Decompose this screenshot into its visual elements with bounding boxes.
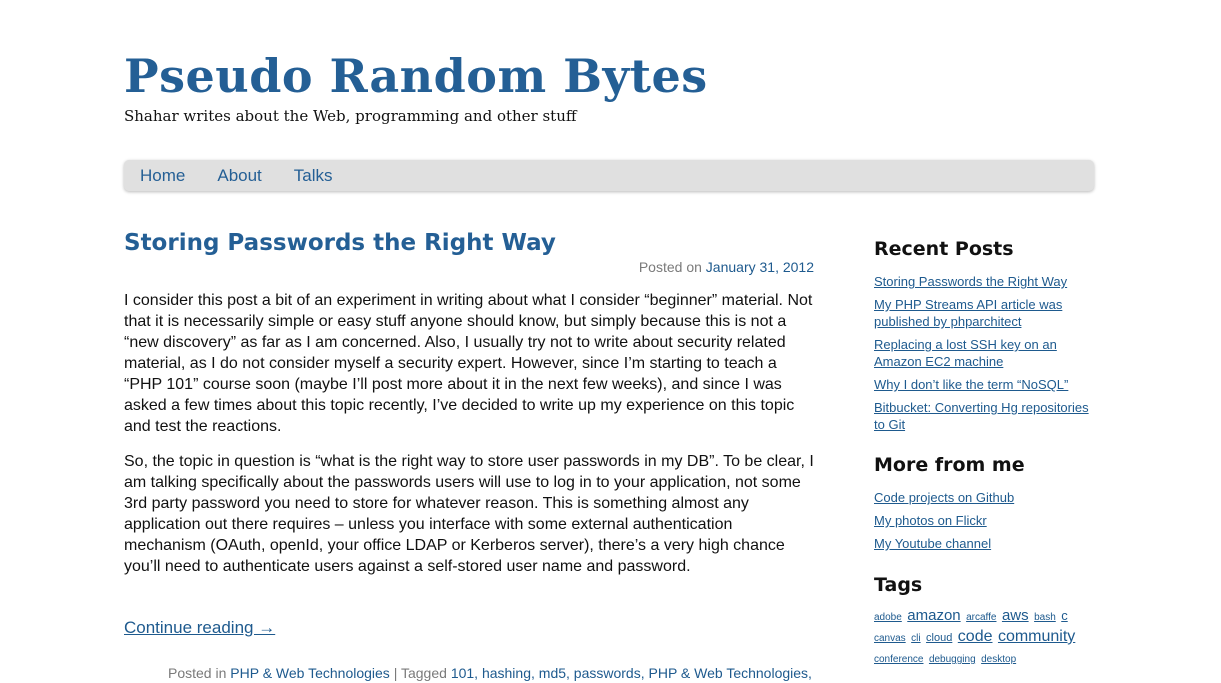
tag-link[interactable]: debugging: [929, 654, 976, 665]
list-item: Bitbucket: Converting Hg repositories to…: [874, 399, 1089, 433]
flickr-link[interactable]: My photos on Flickr: [874, 512, 1089, 529]
tag-link[interactable]: bash: [1034, 612, 1056, 623]
recent-post-link[interactable]: Why I don’t like the term “NoSQL”: [874, 376, 1089, 393]
tag-link[interactable]: arcaffe: [966, 612, 996, 623]
recent-posts-list: Storing Passwords the Right Way My PHP S…: [874, 273, 1089, 433]
list-item: Storing Passwords the Right Way: [874, 273, 1089, 290]
tag-link[interactable]: code: [958, 628, 993, 645]
recent-post-link[interactable]: Replacing a lost SSH key on an Amazon EC…: [874, 336, 1089, 370]
list-item: My Youtube channel: [874, 535, 1089, 552]
recent-post-link[interactable]: My PHP Streams API article was published…: [874, 296, 1089, 330]
list-item: My photos on Flickr: [874, 512, 1089, 529]
tag-link[interactable]: adobe: [874, 612, 902, 623]
github-link[interactable]: Code projects on Github: [874, 489, 1089, 506]
post-paragraph: I consider this post a bit of an experim…: [124, 292, 813, 435]
continue-reading-link[interactable]: Continue reading →: [124, 617, 275, 639]
more-from-me-list: Code projects on Github My photos on Fli…: [874, 489, 1089, 552]
tag-link[interactable]: community: [998, 628, 1075, 645]
post-footer: Posted in PHP & Web Technologies | Tagge…: [168, 663, 812, 683]
tags-title: Tags: [874, 574, 923, 596]
recent-posts-title: Recent Posts: [874, 238, 1014, 260]
list-item: Code projects on Github: [874, 489, 1089, 506]
recent-post-link[interactable]: Bitbucket: Converting Hg repositories to…: [874, 399, 1089, 433]
tag-link[interactable]: desktop: [981, 654, 1016, 665]
recent-post-link[interactable]: Storing Passwords the Right Way: [874, 273, 1089, 290]
post-title[interactable]: Storing Passwords the Right Way: [124, 226, 824, 260]
nav-about-link[interactable]: About: [201, 160, 277, 191]
youtube-link[interactable]: My Youtube channel: [874, 535, 1089, 552]
post-content: I consider this post a bit of an experim…: [124, 290, 814, 591]
main-nav: Home About Talks: [124, 160, 1094, 191]
post-date-link[interactable]: January 31, 2012: [706, 259, 814, 275]
tag-cloud: adobe amazon arcaffe aws bash c canvas c…: [874, 606, 1086, 669]
site-title[interactable]: Pseudo Random Bytes: [124, 48, 708, 104]
post-meta: Posted on January 31, 2012: [540, 257, 814, 277]
list-item: My PHP Streams API article was published…: [874, 296, 1089, 330]
list-item: Replacing a lost SSH key on an Amazon EC…: [874, 336, 1089, 370]
tag-link[interactable]: amazon: [907, 607, 960, 624]
sidebar: Recent Posts Storing Passwords the Right…: [874, 236, 1089, 669]
tag-link[interactable]: c: [1061, 608, 1068, 623]
tag-link[interactable]: cli: [911, 633, 920, 644]
post-paragraph: So, the topic in question is “what is th…: [124, 453, 814, 575]
posted-on-label: Posted on: [638, 259, 702, 275]
nav-talks-link[interactable]: Talks: [278, 160, 349, 191]
nav-home-link[interactable]: Home: [124, 160, 201, 191]
tag-link[interactable]: conference: [874, 654, 923, 665]
more-from-me-title: More from me: [874, 454, 1025, 476]
site-description: Shahar writes about the Web, programming…: [124, 107, 577, 125]
tag-link[interactable]: aws: [1002, 607, 1029, 624]
list-item: Why I don’t like the term “NoSQL”: [874, 376, 1089, 393]
tag-link[interactable]: canvas: [874, 633, 906, 644]
tag-link[interactable]: cloud: [926, 632, 952, 644]
